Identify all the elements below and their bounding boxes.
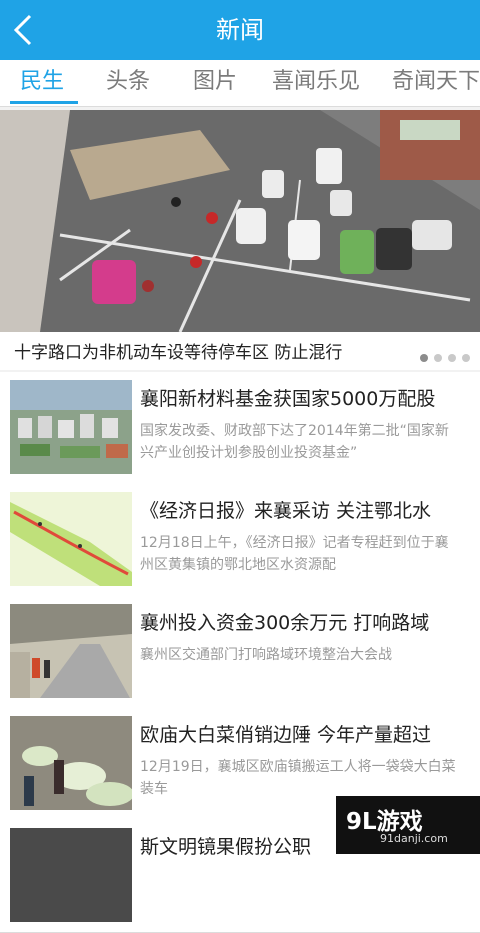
hero-photo — [0, 110, 480, 332]
site-watermark: 9L游戏 91danji.com — [336, 796, 480, 854]
news-item[interactable]: 襄州投入资金300余万元 打响路域 襄州区交通部门打响路域环境整治大会战 — [0, 596, 480, 709]
news-thumbnail — [10, 492, 132, 586]
watermark-logo: 9L游戏 — [346, 809, 423, 835]
carousel-indicator — [414, 347, 470, 366]
news-title: 欧庙大白菜俏销边陲 今年产量超过 — [140, 724, 432, 746]
hero-caption: 十字路口为非机动车设等待停车区 防止混行 — [14, 343, 343, 363]
news-summary: 12月19日，襄城区欧庙镇搬运工人将一袋袋大白菜装车 — [140, 759, 456, 797]
hero-image[interactable] — [0, 110, 480, 332]
news-thumbnail — [10, 380, 132, 474]
news-summary: 国家发改委、财政部下达了2014年第二批“国家新兴产业创投计划参股创业投资基金” — [140, 423, 449, 461]
tab-xiwenlejian[interactable]: 喜闻乐见 — [272, 60, 360, 104]
news-thumbnail — [10, 604, 132, 698]
tab-toutiao[interactable]: 头条 — [106, 60, 150, 104]
news-thumbnail — [10, 716, 132, 810]
news-item[interactable]: 襄阳新材料基金获国家5000万配股 国家发改委、财政部下达了2014年第二批“国… — [0, 372, 480, 485]
page-title: 新闻 — [216, 16, 264, 44]
carousel-dot[interactable] — [420, 354, 428, 362]
carousel-dot[interactable] — [462, 354, 470, 362]
category-tabs: 民生 头条 图片 喜闻乐见 奇闻天下 — [0, 60, 480, 107]
news-thumbnail — [10, 828, 132, 922]
active-tab-indicator — [10, 101, 78, 104]
hero-caption-bar: 十字路口为非机动车设等待停车区 防止混行 — [0, 332, 480, 370]
app-header: 新闻 — [0, 0, 480, 60]
tab-qiwentianxia[interactable]: 奇闻天下 — [392, 60, 480, 104]
news-title: 《经济日报》来襄采访 关注鄂北水 — [140, 500, 432, 522]
news-title: 襄阳新材料基金获国家5000万配股 — [140, 388, 436, 410]
news-title: 襄州投入资金300余万元 打响路域 — [140, 612, 430, 634]
tab-minsheng[interactable]: 民生 — [20, 60, 64, 104]
news-summary: 襄州区交通部门打响路域环境整治大会战 — [140, 647, 392, 663]
tab-tupian[interactable]: 图片 — [193, 60, 237, 104]
news-summary: 12月18日上午，《经济日报》记者专程赶到位于襄州区黄集镇的鄂北地区水资源配 — [140, 535, 449, 573]
carousel-dot[interactable] — [448, 354, 456, 362]
watermark-url: 91danji.com — [380, 832, 448, 845]
carousel-dot[interactable] — [434, 354, 442, 362]
news-item[interactable]: 《经济日报》来襄采访 关注鄂北水 12月18日上午，《经济日报》记者专程赶到位于… — [0, 484, 480, 597]
